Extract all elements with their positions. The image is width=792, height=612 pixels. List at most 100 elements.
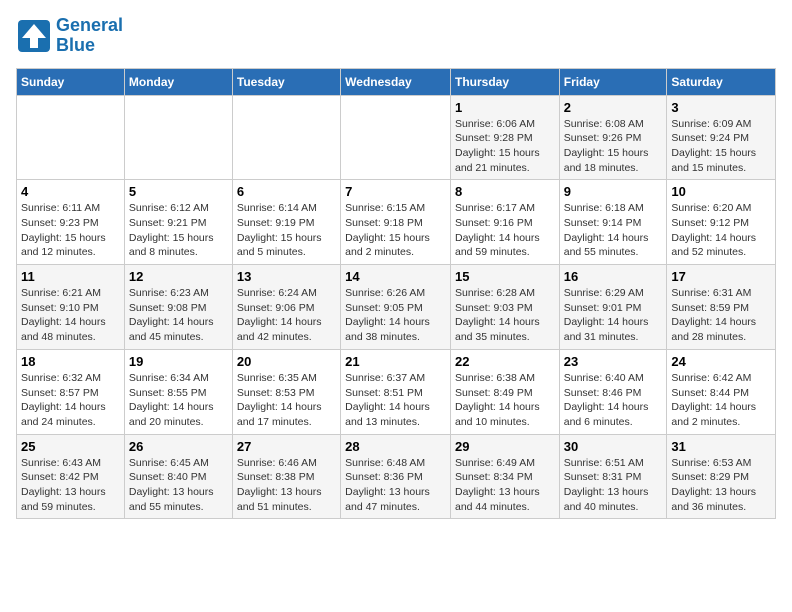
day-info: Sunrise: 6:28 AM Sunset: 9:03 PM Dayligh… bbox=[455, 286, 555, 345]
day-info: Sunrise: 6:14 AM Sunset: 9:19 PM Dayligh… bbox=[237, 201, 336, 260]
day-info: Sunrise: 6:17 AM Sunset: 9:16 PM Dayligh… bbox=[455, 201, 555, 260]
day-number: 19 bbox=[129, 354, 228, 369]
day-number: 31 bbox=[671, 439, 771, 454]
day-info: Sunrise: 6:45 AM Sunset: 8:40 PM Dayligh… bbox=[129, 456, 228, 515]
calendar-cell: 31 Sunrise: 6:53 AM Sunset: 8:29 PM Dayli… bbox=[667, 434, 776, 519]
calendar-cell: 7 Sunrise: 6:15 AM Sunset: 9:18 PM Daylig… bbox=[341, 180, 451, 265]
logo-icon bbox=[16, 18, 52, 54]
calendar-cell: 26 Sunrise: 6:45 AM Sunset: 8:40 PM Dayli… bbox=[124, 434, 232, 519]
calendar-cell: 6 Sunrise: 6:14 AM Sunset: 9:19 PM Daylig… bbox=[232, 180, 340, 265]
day-number: 22 bbox=[455, 354, 555, 369]
calendar-cell bbox=[341, 95, 451, 180]
day-number: 4 bbox=[21, 184, 120, 199]
day-info: Sunrise: 6:15 AM Sunset: 9:18 PM Dayligh… bbox=[345, 201, 446, 260]
calendar-cell: 28 Sunrise: 6:48 AM Sunset: 8:36 PM Dayli… bbox=[341, 434, 451, 519]
day-info: Sunrise: 6:20 AM Sunset: 9:12 PM Dayligh… bbox=[671, 201, 771, 260]
day-number: 2 bbox=[564, 100, 663, 115]
calendar-cell: 23 Sunrise: 6:40 AM Sunset: 8:46 PM Dayli… bbox=[559, 349, 667, 434]
day-header: Sunday bbox=[17, 68, 125, 95]
calendar-cell: 18Sunrise: 6:32 AM Sunset: 8:57 PM Dayli… bbox=[17, 349, 125, 434]
day-number: 16 bbox=[564, 269, 663, 284]
day-number: 30 bbox=[564, 439, 663, 454]
day-number: 6 bbox=[237, 184, 336, 199]
calendar-cell: 16 Sunrise: 6:29 AM Sunset: 9:01 PM Dayli… bbox=[559, 265, 667, 350]
day-number: 21 bbox=[345, 354, 446, 369]
day-number: 13 bbox=[237, 269, 336, 284]
calendar-cell: 8 Sunrise: 6:17 AM Sunset: 9:16 PM Daylig… bbox=[450, 180, 559, 265]
day-info: Sunrise: 6:35 AM Sunset: 8:53 PM Dayligh… bbox=[237, 371, 336, 430]
day-info: Sunrise: 6:06 AM Sunset: 9:28 PM Dayligh… bbox=[455, 117, 555, 176]
day-header: Thursday bbox=[450, 68, 559, 95]
day-header: Friday bbox=[559, 68, 667, 95]
day-number: 26 bbox=[129, 439, 228, 454]
calendar-cell bbox=[124, 95, 232, 180]
calendar-cell: 10 Sunrise: 6:20 AM Sunset: 9:12 PM Dayli… bbox=[667, 180, 776, 265]
calendar-cell: 15 Sunrise: 6:28 AM Sunset: 9:03 PM Dayli… bbox=[450, 265, 559, 350]
day-number: 15 bbox=[455, 269, 555, 284]
day-info: Sunrise: 6:24 AM Sunset: 9:06 PM Dayligh… bbox=[237, 286, 336, 345]
day-number: 14 bbox=[345, 269, 446, 284]
day-number: 20 bbox=[237, 354, 336, 369]
day-info: Sunrise: 6:23 AM Sunset: 9:08 PM Dayligh… bbox=[129, 286, 228, 345]
day-info: Sunrise: 6:48 AM Sunset: 8:36 PM Dayligh… bbox=[345, 456, 446, 515]
day-info: Sunrise: 6:09 AM Sunset: 9:24 PM Dayligh… bbox=[671, 117, 771, 176]
day-info: Sunrise: 6:49 AM Sunset: 8:34 PM Dayligh… bbox=[455, 456, 555, 515]
day-info: Sunrise: 6:11 AM Sunset: 9:23 PM Dayligh… bbox=[21, 201, 120, 260]
calendar-cell: 14 Sunrise: 6:26 AM Sunset: 9:05 PM Dayli… bbox=[341, 265, 451, 350]
day-number: 8 bbox=[455, 184, 555, 199]
day-number: 24 bbox=[671, 354, 771, 369]
day-info: Sunrise: 6:12 AM Sunset: 9:21 PM Dayligh… bbox=[129, 201, 228, 260]
calendar-cell: 3 Sunrise: 6:09 AM Sunset: 9:24 PM Daylig… bbox=[667, 95, 776, 180]
day-info: Sunrise: 6:08 AM Sunset: 9:26 PM Dayligh… bbox=[564, 117, 663, 176]
day-info: Sunrise: 6:34 AM Sunset: 8:55 PM Dayligh… bbox=[129, 371, 228, 430]
calendar-cell bbox=[17, 95, 125, 180]
calendar-cell: 12 Sunrise: 6:23 AM Sunset: 9:08 PM Dayli… bbox=[124, 265, 232, 350]
day-info: Sunrise: 6:37 AM Sunset: 8:51 PM Dayligh… bbox=[345, 371, 446, 430]
day-number: 25 bbox=[21, 439, 120, 454]
calendar-cell: 24Sunrise: 6:42 AM Sunset: 8:44 PM Dayli… bbox=[667, 349, 776, 434]
day-info: Sunrise: 6:40 AM Sunset: 8:46 PM Dayligh… bbox=[564, 371, 663, 430]
day-number: 29 bbox=[455, 439, 555, 454]
calendar-cell: 4 Sunrise: 6:11 AM Sunset: 9:23 PM Daylig… bbox=[17, 180, 125, 265]
day-number: 7 bbox=[345, 184, 446, 199]
day-number: 11 bbox=[21, 269, 120, 284]
calendar-cell: 11 Sunrise: 6:21 AM Sunset: 9:10 PM Dayli… bbox=[17, 265, 125, 350]
day-info: Sunrise: 6:21 AM Sunset: 9:10 PM Dayligh… bbox=[21, 286, 120, 345]
day-number: 3 bbox=[671, 100, 771, 115]
day-header: Tuesday bbox=[232, 68, 340, 95]
day-info: Sunrise: 6:53 AM Sunset: 8:29 PM Dayligh… bbox=[671, 456, 771, 515]
calendar-table: SundayMondayTuesdayWednesdayThursdayFrid… bbox=[16, 68, 776, 520]
calendar-cell: 25 Sunrise: 6:43 AM Sunset: 8:42 PM Dayli… bbox=[17, 434, 125, 519]
calendar-cell: 19 Sunrise: 6:34 AM Sunset: 8:55 PM Dayli… bbox=[124, 349, 232, 434]
day-number: 1 bbox=[455, 100, 555, 115]
calendar-cell: 20 Sunrise: 6:35 AM Sunset: 8:53 PM Dayli… bbox=[232, 349, 340, 434]
day-info: Sunrise: 6:38 AM Sunset: 8:49 PM Dayligh… bbox=[455, 371, 555, 430]
day-info: Sunrise: 6:26 AM Sunset: 9:05 PM Dayligh… bbox=[345, 286, 446, 345]
calendar-cell: 22 Sunrise: 6:38 AM Sunset: 8:49 PM Dayli… bbox=[450, 349, 559, 434]
day-header: Monday bbox=[124, 68, 232, 95]
calendar-cell: 17Sunrise: 6:31 AM Sunset: 8:59 PM Dayli… bbox=[667, 265, 776, 350]
day-info: Sunrise: 6:32 AM Sunset: 8:57 PM Dayligh… bbox=[21, 371, 120, 430]
day-info: Sunrise: 6:51 AM Sunset: 8:31 PM Dayligh… bbox=[564, 456, 663, 515]
calendar-cell: 2 Sunrise: 6:08 AM Sunset: 9:26 PM Daylig… bbox=[559, 95, 667, 180]
day-number: 5 bbox=[129, 184, 228, 199]
calendar-cell: 1 Sunrise: 6:06 AM Sunset: 9:28 PM Daylig… bbox=[450, 95, 559, 180]
logo-text: General Blue bbox=[56, 16, 123, 56]
day-info: Sunrise: 6:18 AM Sunset: 9:14 PM Dayligh… bbox=[564, 201, 663, 260]
day-info: Sunrise: 6:31 AM Sunset: 8:59 PM Dayligh… bbox=[671, 286, 771, 345]
day-number: 12 bbox=[129, 269, 228, 284]
day-info: Sunrise: 6:43 AM Sunset: 8:42 PM Dayligh… bbox=[21, 456, 120, 515]
day-number: 23 bbox=[564, 354, 663, 369]
calendar-cell: 21 Sunrise: 6:37 AM Sunset: 8:51 PM Dayli… bbox=[341, 349, 451, 434]
page-header: General Blue bbox=[16, 16, 776, 56]
calendar-cell: 29 Sunrise: 6:49 AM Sunset: 8:34 PM Dayli… bbox=[450, 434, 559, 519]
day-header: Saturday bbox=[667, 68, 776, 95]
day-number: 9 bbox=[564, 184, 663, 199]
day-info: Sunrise: 6:29 AM Sunset: 9:01 PM Dayligh… bbox=[564, 286, 663, 345]
day-number: 28 bbox=[345, 439, 446, 454]
day-number: 27 bbox=[237, 439, 336, 454]
logo: General Blue bbox=[16, 16, 123, 56]
calendar-cell: 30 Sunrise: 6:51 AM Sunset: 8:31 PM Dayli… bbox=[559, 434, 667, 519]
calendar-cell: 13 Sunrise: 6:24 AM Sunset: 9:06 PM Dayli… bbox=[232, 265, 340, 350]
day-number: 10 bbox=[671, 184, 771, 199]
